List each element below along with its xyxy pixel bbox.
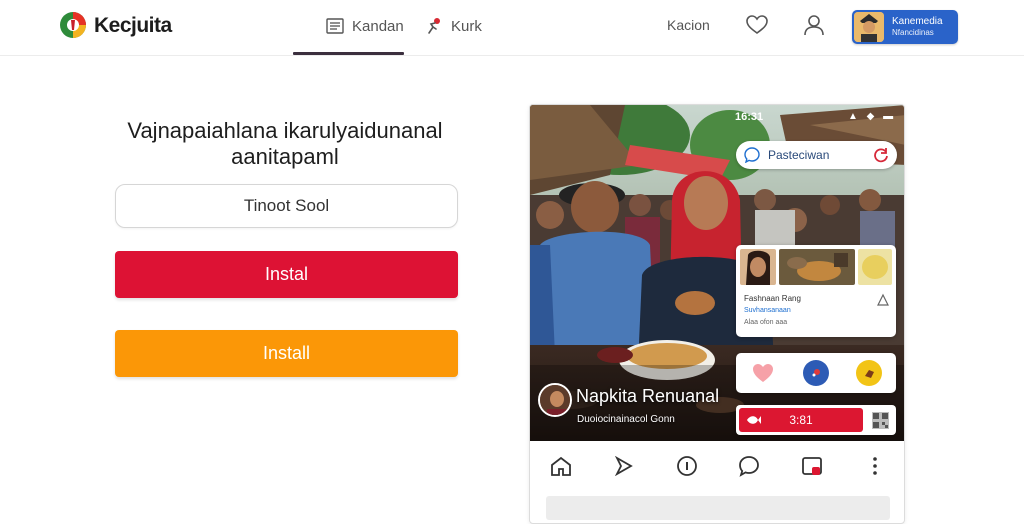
phone-bottom-nav bbox=[530, 441, 904, 491]
nav-chat[interactable] bbox=[735, 452, 763, 480]
post-card[interactable]: Fashnaan Rang Suvhansanaan Alaa ofon aaa bbox=[736, 245, 896, 337]
page-title: Vajnapaiahlana ikarulyaidunanal aanitapa… bbox=[127, 118, 443, 169]
brand-name: Kecjuita bbox=[94, 14, 172, 37]
post-author: Fashnaan Rang bbox=[744, 294, 801, 303]
nav-more[interactable] bbox=[861, 452, 889, 480]
emoji-button[interactable] bbox=[802, 360, 829, 386]
cta-row: 3:81 bbox=[736, 405, 896, 435]
more-vertical-icon bbox=[872, 457, 877, 475]
chat-icon bbox=[739, 456, 760, 477]
user-icon bbox=[804, 15, 824, 36]
post-thumbnail bbox=[858, 249, 892, 285]
account-badge[interactable]: Kanemedia Nfancidinas bbox=[852, 10, 958, 44]
list-icon bbox=[326, 18, 344, 34]
tab-label: Kurk bbox=[451, 17, 482, 35]
fish-icon bbox=[747, 416, 761, 424]
nav-notifications[interactable] bbox=[798, 452, 826, 480]
sparkle-icon bbox=[812, 369, 820, 377]
chat-bubble-icon bbox=[744, 147, 760, 163]
emoji-icon bbox=[865, 370, 875, 378]
top-navigation-bar: Kecjuita Kandan Kurk Kacion Kanemedia Nf… bbox=[0, 0, 1024, 56]
nav-link-kacion[interactable]: Kacion bbox=[667, 17, 710, 33]
star-button[interactable] bbox=[856, 360, 883, 386]
post-subtitle: Suvhansanaan bbox=[744, 307, 791, 314]
like-button[interactable] bbox=[750, 360, 776, 386]
profile-button[interactable] bbox=[801, 12, 827, 38]
status-time: 16:31 bbox=[735, 111, 764, 123]
install-button-primary[interactable]: Instal bbox=[115, 251, 458, 298]
post-meta: Alaa ofon aaa bbox=[744, 319, 788, 326]
person-run-icon bbox=[428, 18, 440, 34]
qr-code-icon[interactable] bbox=[872, 412, 889, 429]
nav-home[interactable] bbox=[547, 452, 575, 480]
post-thumbnail bbox=[740, 249, 776, 285]
heart-icon bbox=[752, 364, 773, 382]
tab-kandan[interactable]: Kandan bbox=[326, 14, 404, 38]
refresh-icon[interactable] bbox=[873, 147, 889, 163]
send-icon bbox=[614, 456, 633, 476]
active-tab-indicator bbox=[293, 52, 404, 55]
profile-name: Napkita Renuanal bbox=[576, 386, 720, 406]
status-icons: ▲ ◆ ▬ bbox=[848, 111, 897, 122]
phone-bottom-panel bbox=[546, 496, 890, 520]
share-button[interactable] bbox=[876, 293, 890, 312]
post-thumbnail bbox=[779, 249, 855, 285]
home-icon bbox=[551, 456, 572, 476]
search-input[interactable]: Tinoot Sool bbox=[115, 184, 458, 228]
avatar bbox=[854, 12, 884, 42]
nav-info[interactable] bbox=[673, 452, 701, 480]
phone-preview: 16:31 ▲ ◆ ▬ Pasteciwan Fashnaan Rang Suv… bbox=[529, 104, 905, 524]
nav-send[interactable] bbox=[610, 452, 638, 480]
phone-search-label: Pasteciwan bbox=[768, 148, 830, 162]
phone-search-pill[interactable]: Pasteciwan bbox=[736, 141, 897, 169]
profile-subtitle: Duoiocinainacol Gonn bbox=[577, 414, 675, 425]
account-name: Kanemedia bbox=[892, 16, 943, 27]
tab-label: Kandan bbox=[352, 17, 404, 35]
share-icon bbox=[877, 293, 889, 306]
account-subtitle: Nfancidinas bbox=[892, 28, 934, 37]
install-button-secondary[interactable]: Install bbox=[115, 330, 458, 377]
info-icon bbox=[676, 456, 697, 476]
heart-icon bbox=[746, 15, 768, 34]
inbox-icon bbox=[802, 457, 822, 475]
favorites-button[interactable] bbox=[744, 12, 770, 38]
reaction-row bbox=[736, 353, 896, 393]
tab-kurk[interactable]: Kurk bbox=[425, 14, 482, 38]
profile-avatar[interactable] bbox=[538, 383, 572, 417]
brand-logo-icon[interactable] bbox=[58, 10, 88, 40]
